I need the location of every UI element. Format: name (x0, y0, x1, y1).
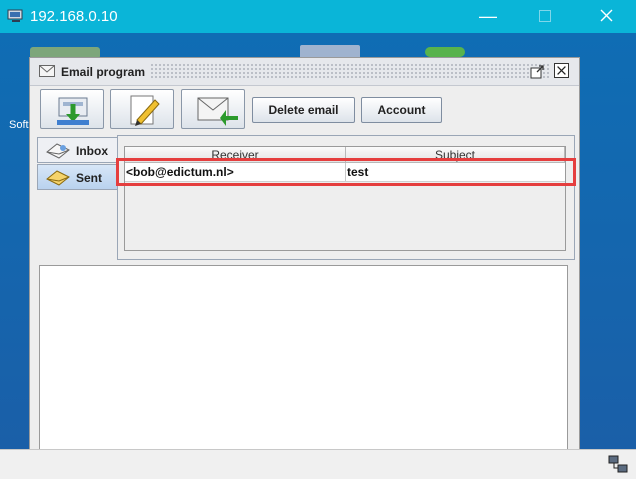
minimize-button[interactable]: — (465, 0, 511, 33)
tab-panel: Receiver Subject <bob@edictum.nl> test (117, 135, 575, 260)
close-x-icon (600, 9, 612, 22)
reply-envelope-icon (197, 97, 238, 126)
inbox-icon (46, 143, 70, 159)
maximize-button[interactable] (522, 0, 568, 33)
envelope-icon (39, 65, 55, 77)
tab-sent[interactable]: Sent (37, 164, 118, 190)
tab-sent-label: Sent (76, 171, 103, 185)
email-table: Receiver Subject <bob@edictum.nl> test (124, 146, 566, 251)
compose-button[interactable] (110, 89, 174, 129)
network-icon[interactable] (608, 454, 628, 474)
desktop-background-shape (425, 47, 465, 57)
column-header-subject[interactable]: Subject (346, 147, 565, 163)
cell-divider (345, 163, 346, 181)
email-window-title: Email program (61, 65, 152, 79)
download-mail-icon (57, 97, 89, 125)
drag-grip[interactable] (150, 63, 550, 79)
reply-button[interactable] (181, 89, 245, 129)
compose-pencil-icon (130, 95, 160, 126)
remote-desktop-icon (7, 9, 23, 22)
receive-mail-button[interactable] (40, 89, 104, 129)
desktop-text-fragment: Soft (9, 119, 29, 131)
table-row[interactable]: <bob@edictum.nl> test (125, 163, 565, 182)
column-header-receiver[interactable]: Receiver (125, 147, 346, 163)
close-frame-icon[interactable] (554, 63, 569, 78)
close-button[interactable] (583, 0, 629, 33)
remote-statusbar (0, 449, 636, 479)
tab-inbox-label: Inbox (76, 144, 108, 158)
account-button[interactable]: Account (361, 97, 442, 123)
cell-subject: test (347, 165, 369, 179)
tab-inbox[interactable]: Inbox (37, 137, 118, 163)
cell-receiver: <bob@edictum.nl> (126, 165, 234, 179)
email-program-window: Email program Delete email Account Inbox… (29, 57, 580, 451)
maximize-frame-icon[interactable] (530, 64, 545, 79)
sent-icon (46, 170, 70, 186)
remote-window-titlebar: 192.168.0.10 — (0, 0, 636, 33)
delete-email-button[interactable]: Delete email (252, 97, 355, 123)
window-title: 192.168.0.10 (30, 8, 118, 25)
message-preview-area[interactable] (39, 265, 568, 450)
email-window-header[interactable]: Email program (30, 58, 579, 86)
maximize-icon (539, 10, 551, 22)
